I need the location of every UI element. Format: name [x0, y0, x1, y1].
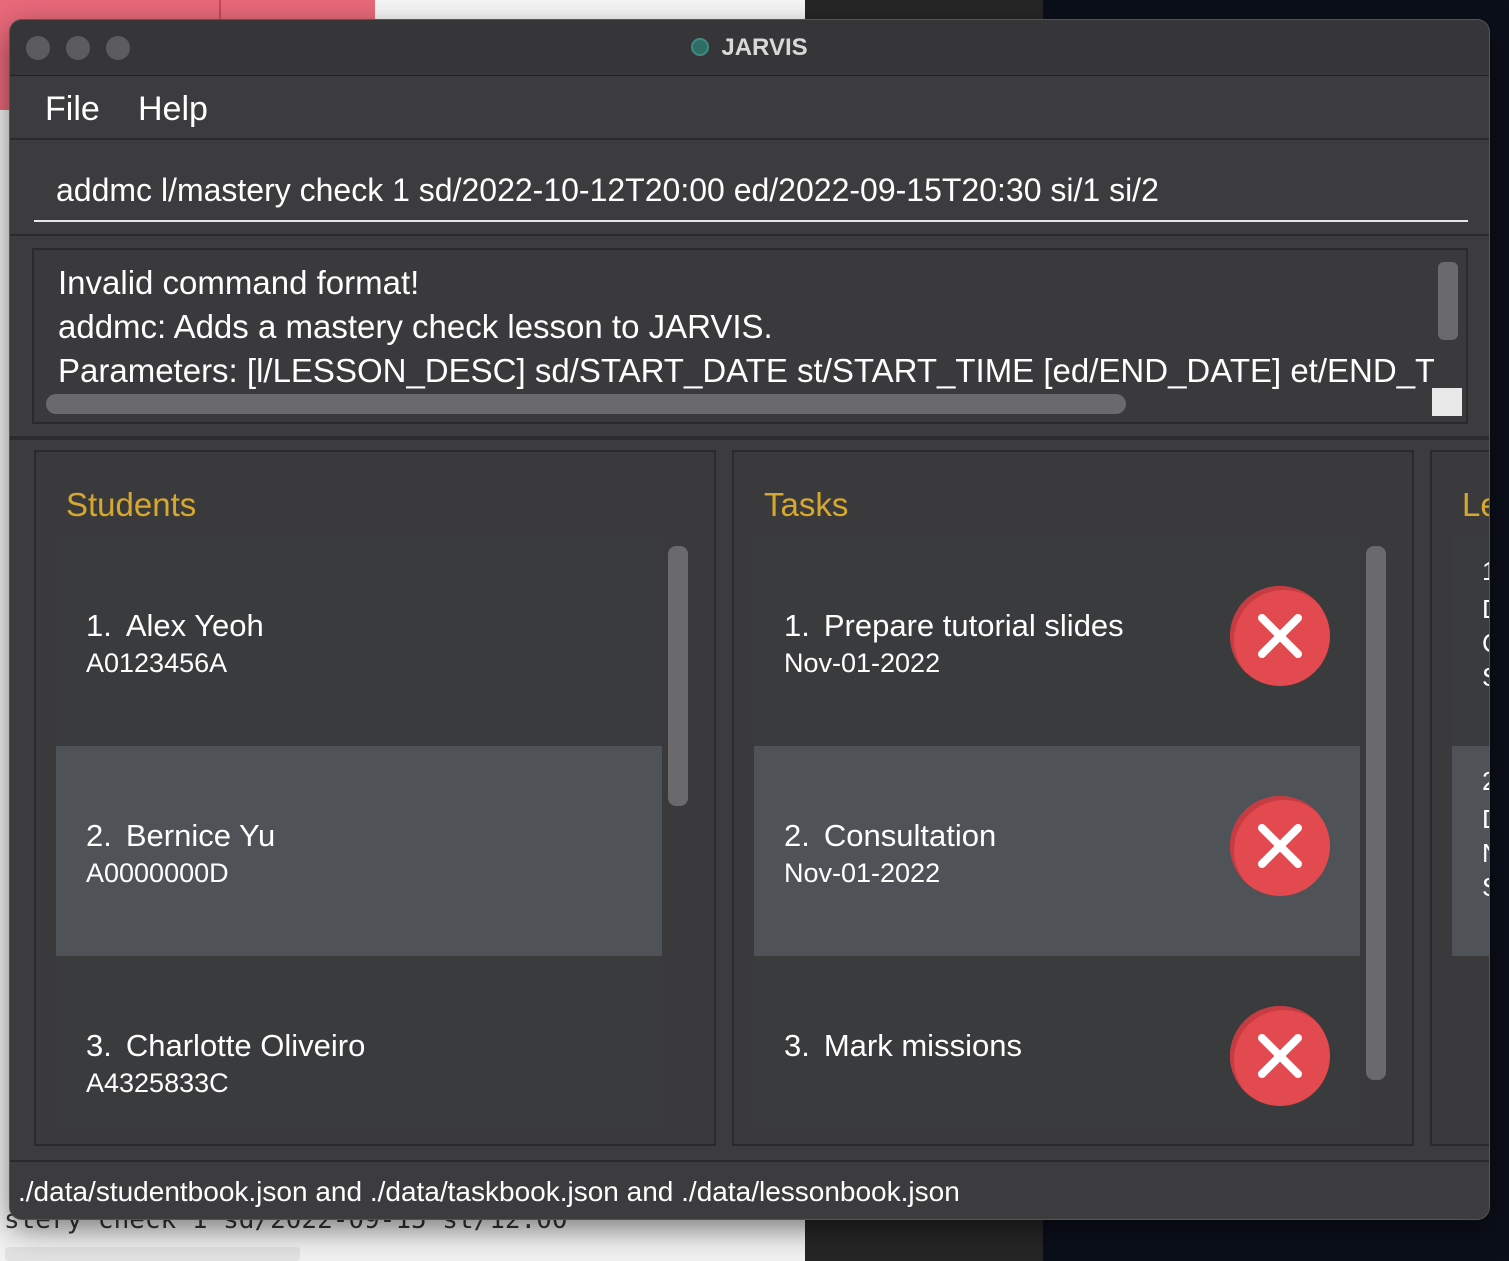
command-input[interactable] — [34, 160, 1468, 222]
command-area — [10, 140, 1489, 236]
delete-task-button[interactable] — [1230, 1006, 1330, 1106]
student-index: 1. — [86, 608, 112, 643]
student-name: 3. Charlotte Oliveiro — [86, 1028, 365, 1064]
delete-task-button[interactable] — [1230, 796, 1330, 896]
students-scrollbar[interactable] — [668, 546, 688, 806]
result-line-3: Parameters: [l/LESSON_DESC] sd/START_DAT… — [58, 352, 1434, 389]
tasks-scrollbar[interactable] — [1366, 546, 1386, 1080]
app-icon — [691, 38, 710, 56]
delete-task-button[interactable] — [1230, 586, 1330, 686]
student-index: 3. — [86, 1028, 112, 1063]
students-title: Students — [66, 486, 197, 523]
window-title-container: JARVIS — [10, 34, 1489, 62]
menu-file[interactable]: File — [45, 90, 100, 129]
lesson-fragment: D — [1482, 804, 1489, 835]
lesson-fragment: 1 — [1482, 556, 1489, 587]
task-desc-text: Consultation — [823, 818, 997, 853]
lesson-fragment: S — [1482, 872, 1489, 903]
tasks-title: Tasks — [764, 486, 849, 523]
lesson-fragment: D — [1482, 594, 1489, 625]
task-card[interactable]: 2. Consultation Nov-01-2022 — [754, 746, 1360, 956]
lesson-fragment: N — [1482, 838, 1489, 869]
student-matric: A0000000D — [86, 858, 229, 888]
task-card[interactable]: 3. Mark missions — [754, 956, 1360, 1126]
lessons-panel: Le 1 D C S 2 D N S — [1430, 450, 1489, 1146]
task-desc: 3. Mark missions — [784, 1028, 1022, 1064]
lesson-card[interactable]: 2 D N S — [1452, 746, 1489, 956]
student-name-text: Bernice Yu — [125, 818, 276, 853]
student-name: 2. Bernice Yu — [86, 818, 275, 854]
students-panel: Students 1. Alex Yeoh A0123456A 2. Bernice… — [34, 450, 716, 1146]
lesson-fragment: 2 — [1482, 766, 1489, 797]
student-card[interactable]: 1. Alex Yeoh A0123456A — [56, 536, 662, 746]
student-matric: A0123456A — [86, 648, 228, 678]
window-title: JARVIS — [721, 34, 808, 61]
student-matric: A4325833C — [86, 1068, 229, 1098]
task-desc: 1. Prepare tutorial slides — [784, 608, 1124, 644]
close-x-icon — [1258, 614, 1302, 658]
student-name-text: Alex Yeoh — [125, 608, 264, 643]
result-horizontal-scrollbar[interactable] — [46, 394, 1126, 414]
close-x-icon — [1258, 1034, 1302, 1078]
task-deadline: Nov-01-2022 — [784, 648, 941, 678]
student-name: 1. Alex Yeoh — [86, 608, 264, 644]
result-vertical-scrollbar[interactable] — [1438, 262, 1458, 340]
result-display[interactable]: Invalid command format! addmc: Adds a ma… — [32, 248, 1468, 424]
close-x-icon — [1258, 824, 1302, 868]
task-card[interactable]: 1. Prepare tutorial slides Nov-01-2022 — [754, 536, 1360, 746]
students-list[interactable]: 1. Alex Yeoh A0123456A 2. Bernice Yu A0000… — [56, 536, 662, 1126]
menu-bar: File Help — [10, 76, 1489, 140]
result-line-1: Invalid command format! — [58, 264, 420, 301]
section-divider — [10, 436, 1489, 440]
tasks-list[interactable]: 1. Prepare tutorial slides Nov-01-2022 2.… — [754, 536, 1360, 1126]
tasks-panel: Tasks 1. Prepare tutorial slides Nov-01-2… — [732, 450, 1414, 1146]
result-line-2: addmc: Adds a mastery check lesson to JA… — [58, 308, 773, 345]
student-index: 2. — [86, 818, 112, 853]
status-save-location: ./data/studentbook.json and ./data/taskb… — [18, 1176, 960, 1207]
task-desc-text: Mark missions — [823, 1028, 1022, 1063]
task-index: 3. — [784, 1028, 810, 1063]
desktop-background-divider — [219, 0, 221, 20]
task-deadline: Nov-01-2022 — [784, 858, 941, 888]
lesson-fragment: S — [1482, 662, 1489, 693]
status-bar: ./data/studentbook.json and ./data/taskb… — [10, 1160, 1489, 1219]
lessons-list[interactable]: 1 D C S 2 D N S — [1452, 536, 1489, 956]
background-bar — [5, 1247, 300, 1261]
lesson-fragment: C — [1482, 628, 1489, 659]
task-desc-text: Prepare tutorial slides — [823, 608, 1124, 643]
menu-help[interactable]: Help — [138, 90, 208, 129]
scrollbar-corner — [1432, 388, 1462, 416]
student-name-text: Charlotte Oliveiro — [125, 1028, 366, 1063]
lessons-title: Le — [1462, 486, 1489, 523]
lesson-card[interactable]: 1 D C S — [1452, 536, 1489, 746]
jarvis-window: JARVIS File Help Invalid command format!… — [10, 20, 1489, 1219]
task-desc: 2. Consultation — [784, 818, 996, 854]
student-card[interactable]: 2. Bernice Yu A0000000D — [56, 746, 662, 956]
desktop-background-strip — [375, 0, 805, 20]
student-card[interactable]: 3. Charlotte Oliveiro A4325833C — [56, 956, 662, 1126]
task-index: 2. — [784, 818, 810, 853]
title-bar[interactable]: JARVIS — [10, 20, 1489, 76]
task-index: 1. — [784, 608, 810, 643]
